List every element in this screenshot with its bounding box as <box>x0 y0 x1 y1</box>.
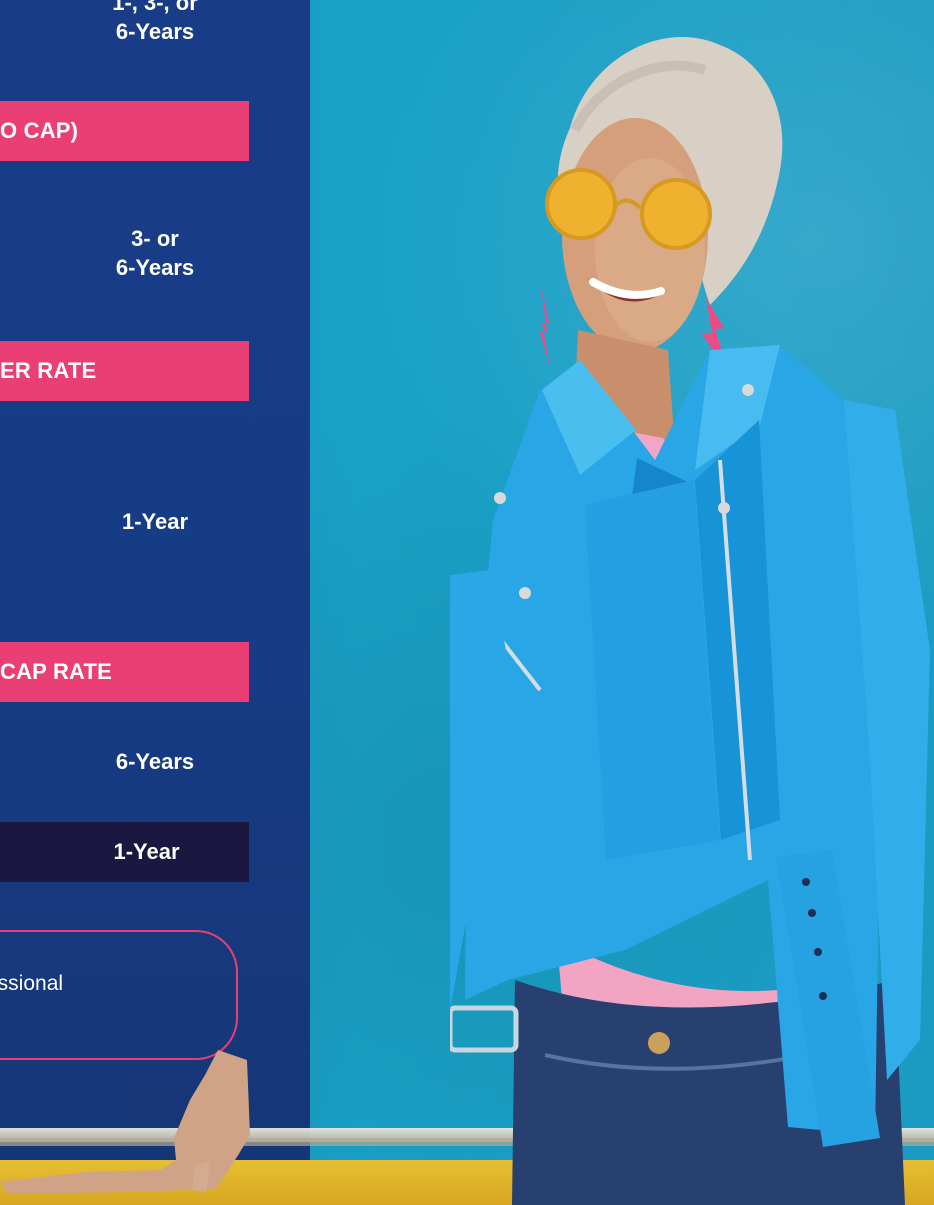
term-text-1b: 6-Years <box>115 19 195 44</box>
hero-canvas: 1-, 3-, or 6-Years O CAP) 3- or 6-Years … <box>0 0 934 1205</box>
term-text-2a: 3- or <box>131 226 179 251</box>
pill-label-3: CAP RATE <box>0 642 249 702</box>
dark-term-pill: 1-Year <box>0 822 249 882</box>
term-text-1a: 1-, 3-, or <box>112 0 198 15</box>
term-text-4: 6-Years <box>115 749 195 774</box>
pill-label-2: ER RATE <box>0 341 249 401</box>
pill-label-1: O CAP) <box>0 101 249 161</box>
photo-smiling-woman <box>450 36 930 1205</box>
left-info-panel: 1-, 3-, or 6-Years O CAP) 3- or 6-Years … <box>0 0 310 1205</box>
bubble-text: essional <box>0 972 64 995</box>
term-text-2b: 6-Years <box>115 255 195 280</box>
term-text-3: 1-Year <box>121 509 189 534</box>
hand-on-ledge <box>0 1050 250 1194</box>
